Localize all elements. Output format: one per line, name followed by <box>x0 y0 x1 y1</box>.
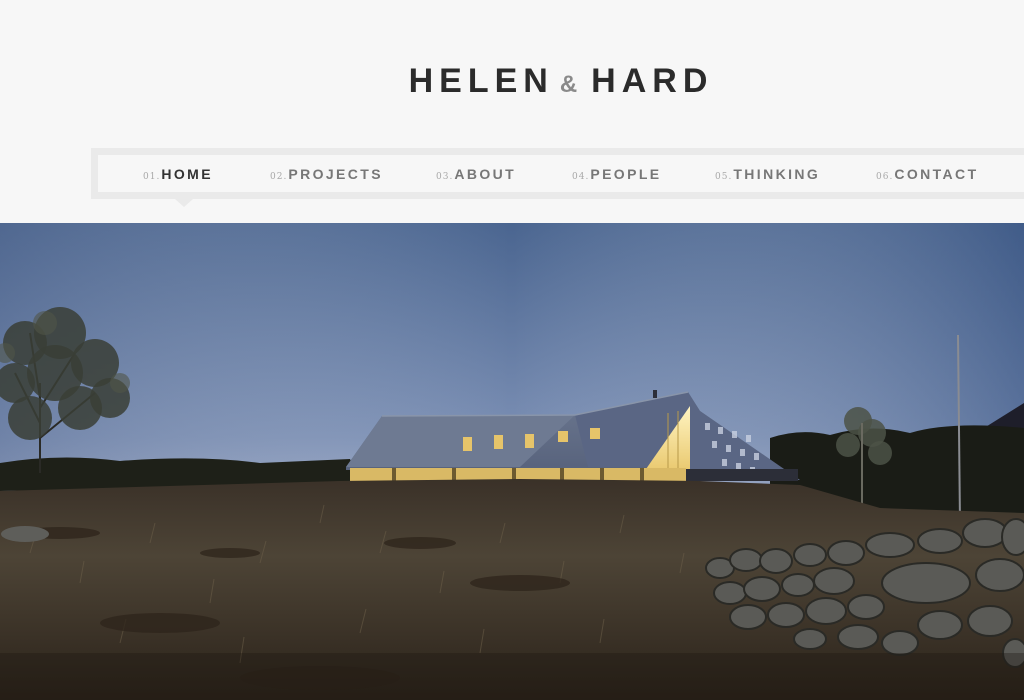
page: HELEN & HARD 01.HOME 02.PROJECTS 03.ABOUT … <box>0 0 1024 700</box>
nav-label: PEOPLE <box>590 166 662 182</box>
site-logo[interactable]: HELEN & HARD <box>0 62 1024 101</box>
nav-item-projects[interactable]: 02.PROJECTS <box>270 166 383 182</box>
nav-number: 03. <box>436 172 454 182</box>
active-nav-pointer <box>175 199 193 207</box>
nav-number: 06. <box>876 172 894 182</box>
nav-label: HOME <box>161 166 213 182</box>
logo-second-word: HARD <box>591 62 714 100</box>
nav-item-thinking[interactable]: 05.THINKING <box>715 166 820 182</box>
nav-item-contact[interactable]: 06.CONTACT <box>876 166 979 182</box>
hero-photo-illustration <box>0 223 1024 700</box>
nav-number: 02. <box>270 172 288 182</box>
nav-number: 04. <box>572 172 590 182</box>
nav-item-people[interactable]: 04.PEOPLE <box>572 166 662 182</box>
nav-label: CONTACT <box>894 166 979 182</box>
nav-label: PROJECTS <box>288 166 383 182</box>
nav-item-about[interactable]: 03.ABOUT <box>436 166 516 182</box>
nav-item-home[interactable]: 01.HOME <box>143 166 213 182</box>
logo-ampersand: & <box>559 71 578 98</box>
nav-label: THINKING <box>733 166 821 182</box>
logo-first-word: HELEN <box>408 62 554 100</box>
nav-number: 01. <box>143 172 161 182</box>
nav-number: 05. <box>715 172 733 182</box>
nav-label: ABOUT <box>454 166 517 182</box>
hero-photo <box>0 223 1024 700</box>
site-header: HELEN & HARD 01.HOME 02.PROJECTS 03.ABOUT … <box>0 0 1024 223</box>
